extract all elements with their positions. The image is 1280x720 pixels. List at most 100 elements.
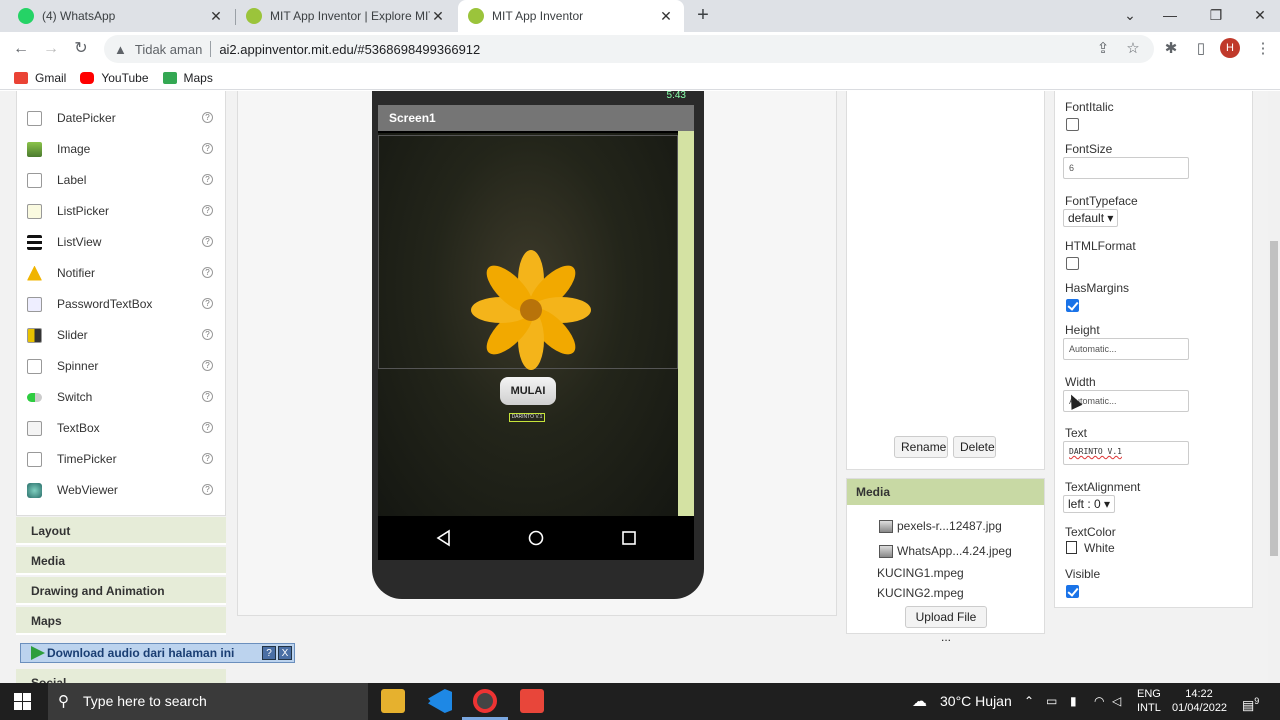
minimize-button[interactable]: — xyxy=(1148,0,1192,32)
close-tab-icon[interactable]: ✕ xyxy=(658,8,674,25)
height-input[interactable]: Automatic... xyxy=(1063,338,1189,360)
version-label[interactable]: DARINTO V.1 xyxy=(509,413,545,422)
close-tab-icon[interactable]: ✕ xyxy=(430,8,446,25)
palette-item-slider[interactable]: Slider? xyxy=(27,323,217,347)
palette-item-notifier[interactable]: Notifier? xyxy=(27,261,217,285)
help-icon[interactable]: ? xyxy=(202,453,213,464)
palette-drawer-social[interactable]: Social xyxy=(16,669,226,683)
palette-item-switch[interactable]: Switch? xyxy=(27,385,217,409)
text-color-picker[interactable]: White xyxy=(1066,541,1115,555)
vscode-icon[interactable] xyxy=(428,689,452,713)
help-icon[interactable]: ? xyxy=(202,298,213,309)
taskbar-search-input[interactable]: ⚲ Type here to search xyxy=(48,683,368,720)
palette-item-timepicker[interactable]: TimePicker? xyxy=(27,447,217,471)
palette-item-passwordtextbox[interactable]: PasswordTextBox? xyxy=(27,292,217,316)
menu-icon[interactable]: ⋮ xyxy=(1252,38,1274,60)
help-icon[interactable]: ? xyxy=(202,205,213,216)
palette-drawer-drawing[interactable]: Drawing and Animation xyxy=(16,577,226,605)
palette-item-datepicker[interactable]: DatePicker? xyxy=(27,106,217,130)
palette-drawer-maps[interactable]: Maps xyxy=(16,607,226,635)
upload-file-button[interactable]: Upload File ... xyxy=(905,606,987,644)
palette-item-textbox[interactable]: TextBox? xyxy=(27,416,217,440)
network-icon[interactable]: ▭ xyxy=(1046,683,1057,720)
weather-icon[interactable]: ☁ xyxy=(912,683,927,720)
font-italic-checkbox[interactable] xyxy=(1066,118,1079,131)
html-format-checkbox[interactable] xyxy=(1066,257,1079,270)
palette-item-webviewer[interactable]: WebViewer? xyxy=(27,478,217,502)
media-file[interactable]: KUCING1.mpeg xyxy=(877,565,964,581)
help-icon[interactable]: ? xyxy=(202,236,213,247)
screen-side-stripe xyxy=(678,131,694,516)
side-panel-icon[interactable]: ▯ xyxy=(1190,38,1212,60)
help-icon[interactable]: ? xyxy=(202,484,213,495)
help-icon[interactable]: ? xyxy=(202,267,213,278)
clock[interactable]: 14:22 01/04/2022 xyxy=(1172,687,1227,720)
chrome-icon[interactable] xyxy=(473,689,497,713)
text-textarea[interactable]: DARINTO V.1 xyxy=(1063,441,1189,465)
media-file[interactable]: WhatsApp...4.24.jpeg xyxy=(879,543,1012,559)
help-icon[interactable]: ? xyxy=(202,391,213,402)
help-icon[interactable]: ? xyxy=(202,112,213,123)
notifications-icon[interactable]: ▤9 xyxy=(1242,683,1259,720)
image-component[interactable] xyxy=(378,135,678,370)
close-icon[interactable]: X xyxy=(278,646,292,660)
recorder-app-icon[interactable] xyxy=(520,689,544,713)
help-icon[interactable]: ? xyxy=(202,143,213,154)
show-hidden-icons[interactable]: ⌃ xyxy=(1024,683,1034,720)
bookmark-gmail[interactable]: Gmail xyxy=(14,71,66,85)
help-icon[interactable]: ? xyxy=(202,422,213,433)
visible-checkbox[interactable] xyxy=(1066,585,1079,598)
battery-icon[interactable]: ▮ xyxy=(1070,683,1077,720)
tab-whatsapp[interactable]: (4) WhatsApp ✕ xyxy=(8,0,234,32)
share-icon[interactable]: ⇪ xyxy=(1092,38,1114,60)
file-explorer-icon[interactable] xyxy=(381,689,405,713)
palette-drawer-media[interactable]: Media xyxy=(16,547,226,575)
delete-button[interactable]: Delete xyxy=(953,436,996,458)
help-icon[interactable]: ? xyxy=(262,646,276,660)
font-size-input[interactable]: 6 xyxy=(1063,157,1189,179)
media-file[interactable]: pexels-r...12487.jpg xyxy=(879,518,1002,534)
tab-search-icon[interactable]: ⌄ xyxy=(1108,0,1152,32)
wifi-icon[interactable]: ◠ xyxy=(1094,683,1104,720)
palette-item-image[interactable]: Image? xyxy=(27,137,217,161)
palette-drawer-layout[interactable]: Layout xyxy=(16,517,226,545)
profile-avatar[interactable]: H xyxy=(1220,38,1240,58)
palette-item-spinner[interactable]: Spinner? xyxy=(27,354,217,378)
bookmark-youtube[interactable]: YouTube xyxy=(80,71,149,85)
address-bar[interactable]: ▲ Tidak aman ai2.appinventor.mit.edu/#53… xyxy=(104,35,1154,63)
volume-icon[interactable]: ◁ xyxy=(1112,683,1121,720)
font-typeface-select[interactable]: default ▾ xyxy=(1063,209,1119,227)
bookmark-maps[interactable]: Maps xyxy=(162,71,213,85)
help-icon[interactable]: ? xyxy=(202,360,213,371)
close-window-button[interactable]: ✕ xyxy=(1238,0,1280,32)
scrollbar-thumb[interactable] xyxy=(1270,241,1278,556)
maximize-button[interactable]: ❐ xyxy=(1194,0,1238,32)
text-alignment-select[interactable]: left : 0 ▾ xyxy=(1063,495,1116,513)
page-scrollbar[interactable] xyxy=(1268,91,1280,683)
weather-text[interactable]: 30°C Hujan xyxy=(940,683,1012,720)
palette-item-listview[interactable]: ListView? xyxy=(27,230,217,254)
bookmark-star-icon[interactable]: ☆ xyxy=(1122,38,1144,60)
forward-icon[interactable]: → xyxy=(40,38,62,60)
close-tab-icon[interactable]: ✕ xyxy=(208,8,224,25)
mulai-button[interactable]: MULAI xyxy=(500,377,556,405)
reload-icon[interactable]: ↻ xyxy=(70,38,92,60)
back-icon[interactable]: ← xyxy=(10,38,32,60)
download-audio-bar[interactable]: Download audio dari halaman ini ? X xyxy=(20,643,295,663)
extensions-icon[interactable]: ✱ xyxy=(1160,38,1182,60)
has-margins-checkbox[interactable] xyxy=(1066,299,1079,312)
tab-explore-mit[interactable]: MIT App Inventor | Explore MIT A ✕ xyxy=(236,0,456,32)
palette-item-listpicker[interactable]: ListPicker? xyxy=(27,199,217,223)
windows-start-icon[interactable] xyxy=(14,693,31,710)
image-file-icon xyxy=(879,519,893,533)
width-input[interactable]: Automatic... xyxy=(1063,390,1189,412)
notification-count: 9 xyxy=(1254,696,1260,706)
language-indicator[interactable]: ENG INTL xyxy=(1137,687,1161,720)
media-file[interactable]: KUCING2.mpeg xyxy=(877,585,964,601)
help-icon[interactable]: ? xyxy=(202,329,213,340)
new-tab-button[interactable]: + xyxy=(692,4,714,26)
rename-button[interactable]: Rename xyxy=(894,436,948,458)
help-icon[interactable]: ? xyxy=(202,174,213,185)
tab-app-inventor[interactable]: MIT App Inventor ✕ xyxy=(458,0,684,32)
palette-item-label[interactable]: Label? xyxy=(27,168,217,192)
